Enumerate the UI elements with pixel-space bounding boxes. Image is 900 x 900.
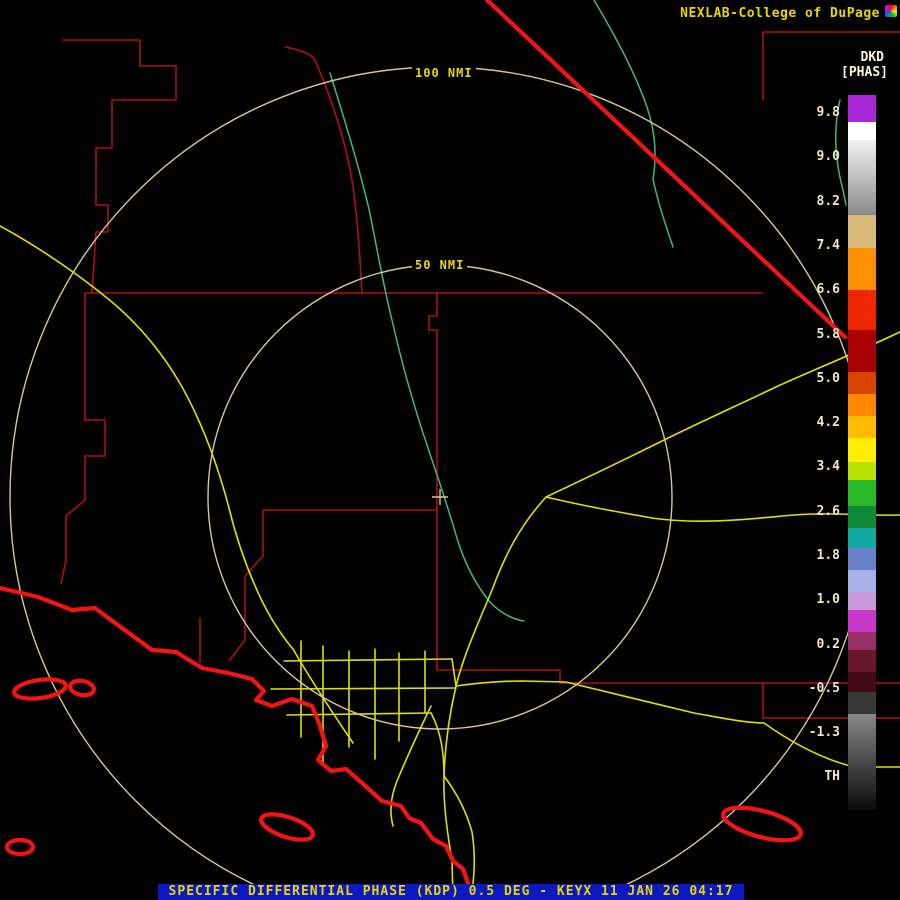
colorbar-tick-label: 9.0 xyxy=(816,149,840,165)
product-title-bar: SPECIFIC DIFFERENTIAL PHASE (KDP) 0.5 DE… xyxy=(158,884,744,900)
colorbar-segment xyxy=(848,632,876,650)
colorbar-tick-label: 5.8 xyxy=(816,326,840,342)
colorbar-segment xyxy=(848,506,876,528)
highway-line xyxy=(283,658,453,662)
colorbar-segment xyxy=(848,480,876,506)
county-line xyxy=(60,293,106,585)
colorbar-tick-label: 9.8 xyxy=(816,105,840,120)
county-borders xyxy=(60,31,900,719)
colorbar-segment xyxy=(848,290,876,330)
county-line xyxy=(228,510,264,662)
colorbar-tick-label: 5.0 xyxy=(816,370,840,386)
island xyxy=(721,805,803,843)
product-id-label: DKD xyxy=(860,50,884,65)
cod-logo-icon xyxy=(885,5,897,17)
colorbar-tick-label: 1.0 xyxy=(816,592,840,608)
island xyxy=(68,678,96,698)
colorbar-tick-label: 6.6 xyxy=(816,282,840,298)
highways xyxy=(0,225,900,900)
colorbar-segment xyxy=(848,692,876,714)
state-borders-coastline xyxy=(0,0,848,900)
highway-line xyxy=(451,658,457,687)
colorbar-tick-label: 3.4 xyxy=(816,459,840,475)
colorbar-segment xyxy=(848,372,876,394)
colorbar-segment xyxy=(848,122,876,140)
state-border-line xyxy=(484,0,848,340)
highway-line xyxy=(545,496,900,523)
colorbar-segment xyxy=(848,215,876,248)
highway-line xyxy=(390,705,432,827)
river-line xyxy=(329,72,525,622)
colorbar-tick-label: -1.3 xyxy=(808,725,840,741)
colorbar-segment xyxy=(848,528,876,548)
colorbar-tick-label: 7.4 xyxy=(816,237,840,253)
colorbar-tick-label: 1.8 xyxy=(816,548,840,563)
units-label: [PHAS] xyxy=(841,65,888,80)
colorbar-tick-label: 0.2 xyxy=(816,636,840,652)
island xyxy=(12,677,68,701)
highway-line xyxy=(430,712,445,777)
colorbar-segment xyxy=(848,394,876,416)
color-scale-bar xyxy=(848,95,876,810)
colorbar-segment xyxy=(848,592,876,610)
attribution-text: NEXLAB-College of DuPage xyxy=(680,6,880,21)
coastline xyxy=(0,585,476,900)
colorbar-segment xyxy=(848,672,876,692)
colorbar-tick-label: 4.2 xyxy=(816,415,840,431)
threshold-label: TH xyxy=(824,769,840,784)
highway-line xyxy=(270,687,457,690)
colorbar-segment xyxy=(848,416,876,438)
colorbar-segment xyxy=(848,140,876,215)
colorbar-segment xyxy=(848,95,876,122)
range-ring-100-label: 100 NMI xyxy=(412,65,476,81)
island xyxy=(259,812,315,842)
highway-line xyxy=(0,225,294,650)
county-line xyxy=(62,39,177,294)
county-line xyxy=(428,293,438,670)
colorbar-segment xyxy=(848,650,876,672)
colorbar-segment xyxy=(848,248,876,290)
colorbar-segment xyxy=(848,714,876,810)
colorbar-tick-label: -0.5 xyxy=(808,680,840,696)
colorbar-tick-label: 2.6 xyxy=(816,503,840,519)
island xyxy=(4,837,36,857)
radar-map xyxy=(0,0,900,900)
colorbar-segment xyxy=(848,548,876,570)
radar-display: NEXLAB-College of DuPage DKD [PHAS] 9.8 9… xyxy=(0,0,900,900)
colorbar-segment xyxy=(848,438,876,462)
colorbar-segment xyxy=(848,570,876,592)
colorbar-tick-label: 8.2 xyxy=(816,193,840,209)
county-line xyxy=(284,46,363,294)
colorbar-segment xyxy=(848,610,876,632)
colorbar-segment xyxy=(848,330,876,372)
colorbar-segment xyxy=(848,462,876,480)
range-ring-50-label: 50 NMI xyxy=(412,257,468,273)
river-line xyxy=(593,0,674,248)
